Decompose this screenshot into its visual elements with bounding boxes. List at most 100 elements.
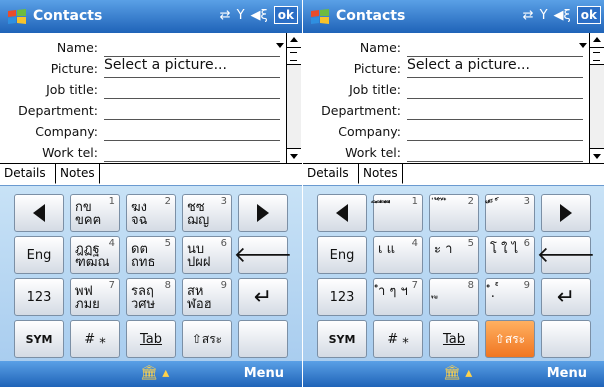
windows-start-icon[interactable]	[309, 7, 331, 27]
department-field[interactable]	[407, 99, 583, 120]
work-tel-field[interactable]	[407, 141, 583, 162]
eng-key[interactable]: Eng	[14, 236, 64, 274]
key-7-glyph: พฟ ภมย	[75, 284, 100, 312]
picture-field[interactable]: Select a picture...	[407, 57, 583, 78]
key-4[interactable]: ฎฏฐ ฑฒณ 4	[70, 236, 120, 274]
key-3[interactable]: ชซ ฌญ 3	[182, 194, 232, 232]
key-3-glyph: ั ็ ์	[490, 200, 499, 215]
left-arrow-key[interactable]	[14, 194, 64, 232]
scroll-down-icon[interactable]	[287, 148, 301, 163]
tab-details[interactable]: Details	[0, 164, 50, 183]
key-3-num: 3	[220, 196, 227, 207]
job-title-field[interactable]	[104, 78, 280, 99]
right-arrow-key[interactable]	[238, 194, 288, 232]
key-6[interactable]: โ ใ ไ 6	[485, 236, 535, 274]
key-1[interactable]: ิ ี ึ ื 1	[373, 194, 423, 232]
name-field[interactable]	[104, 36, 280, 57]
tab-notes[interactable]: Notes	[55, 164, 100, 184]
enter-key[interactable]: ↵	[541, 278, 591, 316]
key-7[interactable]: ำ ๆ ฯ7	[373, 278, 423, 316]
hash-star-key[interactable]: # ⁎	[373, 320, 423, 358]
contact-form: Name: Picture: Select a picture... Job t…	[303, 33, 589, 163]
volume-icon[interactable]: ◀ξ	[251, 8, 268, 23]
shift-vowel-key[interactable]: ⇧สระ	[182, 320, 232, 358]
department-label: Department:	[321, 103, 401, 118]
menu-button[interactable]: Menu	[244, 366, 284, 381]
status-icons: ⇄ Y ◀ξ ok	[523, 6, 601, 24]
key-9[interactable]: ํ ฺ ๎ 9	[485, 278, 535, 316]
name-field[interactable]	[407, 36, 583, 57]
ok-button[interactable]: ok	[576, 6, 601, 24]
key-5[interactable]: ดต ถทธ 5	[126, 236, 176, 274]
hash-star-key[interactable]: # ⁎	[70, 320, 120, 358]
keyboard-icon[interactable]: 🏛 ▴	[443, 365, 472, 381]
key-5-num: 5	[164, 238, 171, 249]
key-1-num: 1	[108, 196, 115, 207]
key-9[interactable]: สห ฬอฮ 9	[182, 278, 232, 316]
key-7[interactable]: พฟ ภมย 7	[70, 278, 120, 316]
tab-details[interactable]: Details	[303, 164, 353, 183]
key-6[interactable]: นบ ปผฝ 6	[182, 236, 232, 274]
blank-key[interactable]	[541, 320, 591, 358]
scroll-thumb[interactable]	[287, 48, 301, 65]
work-tel-label: Work tel:	[345, 145, 401, 160]
signal-icon[interactable]: Y	[540, 8, 548, 23]
picture-field[interactable]: Select a picture...	[104, 57, 280, 78]
eng-key[interactable]: Eng	[317, 236, 367, 274]
tab-notes[interactable]: Notes	[358, 164, 403, 184]
company-row: Company:	[303, 121, 589, 142]
company-field[interactable]	[104, 120, 280, 141]
tab-key[interactable]: Tab	[429, 320, 479, 358]
department-row: Department:	[303, 100, 589, 121]
department-field[interactable]	[104, 99, 280, 120]
name-label: Name:	[56, 40, 98, 55]
key-2[interactable]: ฆง จฉ 2	[126, 194, 176, 232]
scroll-thumb[interactable]	[590, 48, 604, 65]
vertical-scrollbar[interactable]	[589, 33, 604, 163]
connectivity-icon[interactable]: ⇄	[523, 8, 534, 23]
key-1[interactable]: กข ขคฅ 1	[70, 194, 120, 232]
key-4-num: 4	[108, 238, 115, 249]
num-key[interactable]: 123	[317, 278, 367, 316]
sym-key[interactable]: SYM	[14, 320, 64, 358]
job-title-field[interactable]	[407, 78, 583, 99]
keyboard-icon[interactable]: 🏛 ▴	[140, 365, 169, 381]
chevron-down-icon[interactable]	[579, 43, 587, 48]
scroll-up-icon[interactable]	[287, 33, 301, 48]
vertical-scrollbar[interactable]	[286, 33, 301, 163]
tab-key[interactable]: Tab	[126, 320, 176, 358]
backspace-icon: 🡐	[536, 243, 596, 268]
menu-button[interactable]: Menu	[547, 366, 587, 381]
num-key[interactable]: 123	[14, 278, 64, 316]
signal-icon[interactable]: Y	[237, 8, 245, 23]
left-screen: Contacts ⇄ Y ◀ξ ok Name: Picture: Select…	[0, 0, 302, 387]
volume-icon[interactable]: ◀ξ	[554, 8, 571, 23]
left-arrow-key[interactable]	[317, 194, 367, 232]
backspace-key[interactable]: 🡐	[234, 236, 293, 274]
company-row: Company:	[0, 121, 286, 142]
blank-key[interactable]	[238, 320, 288, 358]
key-2[interactable]: ่ ้ ๊ ๋ 2	[429, 194, 479, 232]
scroll-up-icon[interactable]	[590, 33, 604, 48]
work-tel-field[interactable]	[104, 141, 280, 162]
key-5[interactable]: ะ า 5	[429, 236, 479, 274]
key-8-num: 8	[467, 280, 474, 291]
app-title: Contacts	[33, 8, 103, 24]
chevron-down-icon[interactable]	[276, 43, 284, 48]
key-4[interactable]: เ แ 4	[373, 236, 423, 274]
shift-vowel-key[interactable]: ⇧สระ	[485, 320, 535, 358]
enter-key[interactable]: ↵	[238, 278, 288, 316]
company-field[interactable]	[407, 120, 583, 141]
sym-key[interactable]: SYM	[317, 320, 367, 358]
backspace-key[interactable]: 🡐	[537, 236, 596, 274]
key-8[interactable]: รลฤ วศษ 8	[126, 278, 176, 316]
right-arrow-key[interactable]	[541, 194, 591, 232]
company-label: Company:	[338, 124, 401, 139]
key-3[interactable]: ั ็ ์ 3	[485, 194, 535, 232]
ok-button[interactable]: ok	[273, 6, 298, 24]
key-8[interactable]: ุ ู 8	[429, 278, 479, 316]
connectivity-icon[interactable]: ⇄	[220, 8, 231, 23]
key-2-glyph: ่ ้ ๊ ๋	[434, 200, 448, 215]
scroll-down-icon[interactable]	[590, 148, 604, 163]
windows-start-icon[interactable]	[6, 7, 28, 27]
